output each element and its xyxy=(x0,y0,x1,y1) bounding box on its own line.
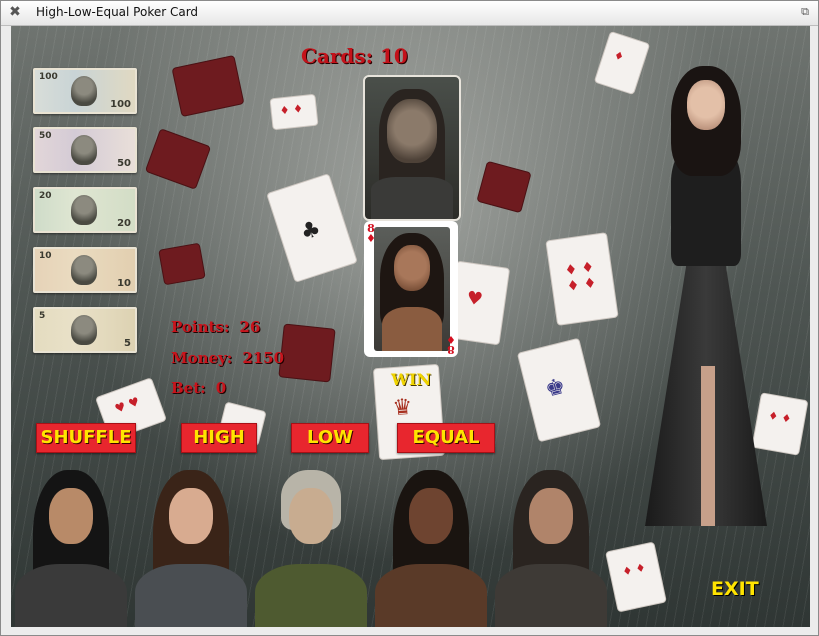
note-portrait-icon xyxy=(71,135,97,165)
money-stat: Money: 2150 xyxy=(171,349,284,367)
close-icon[interactable]: ✖ xyxy=(7,4,23,20)
opponent-portrait[interactable] xyxy=(131,466,251,627)
note-value: 5 xyxy=(124,338,131,349)
card-corner-bottom: 8 ♦ xyxy=(446,333,456,355)
equal-button[interactable]: EQUAL xyxy=(397,423,495,453)
result-text: WIN xyxy=(391,370,432,389)
note-value: 10 xyxy=(39,251,52,261)
bet-value: 0 xyxy=(215,379,227,397)
opponent-armor xyxy=(135,564,247,627)
dealer-card xyxy=(363,75,461,221)
shuffle-button[interactable]: SHUFFLE xyxy=(36,423,136,453)
player-card: 8 ♦ 8 ♦ xyxy=(364,221,458,357)
opponent-face xyxy=(49,488,93,544)
opponent-face xyxy=(529,488,573,544)
player-card-art xyxy=(374,227,450,351)
money-note-10[interactable]: 10 10 xyxy=(33,247,137,293)
background-card xyxy=(158,242,206,286)
note-value: 20 xyxy=(39,191,52,201)
low-button[interactable]: LOW xyxy=(291,423,369,453)
opponent-portrait[interactable] xyxy=(491,466,611,627)
dealer-face xyxy=(387,99,437,163)
note-portrait-icon xyxy=(71,195,97,225)
dealer-body xyxy=(371,177,453,219)
note-value: 100 xyxy=(110,99,131,110)
opponent-armor xyxy=(15,564,127,627)
opponent-face xyxy=(169,488,213,544)
cards-count: 10 xyxy=(380,44,408,68)
card-portrait-face xyxy=(394,245,430,291)
money-label: Money: xyxy=(171,349,233,367)
high-button[interactable]: HIGH xyxy=(181,423,257,453)
diamond-suit-icon: ♦ xyxy=(446,333,456,346)
cards-counter: Cards: 10 xyxy=(301,44,408,68)
points-value: 26 xyxy=(239,318,261,336)
money-value: 2150 xyxy=(242,349,285,367)
opponent-portrait[interactable] xyxy=(371,466,491,627)
title-bar: ✖ High-Low-Equal Poker Card ⧉ xyxy=(1,1,818,26)
opponent-portrait[interactable] xyxy=(11,466,131,627)
dealer-character xyxy=(631,66,781,586)
opponent-armor xyxy=(375,564,487,627)
window-title: High-Low-Equal Poker Card xyxy=(36,5,199,19)
note-value: 5 xyxy=(39,311,46,321)
diamond-suit-icon: ♦ xyxy=(366,232,376,245)
money-note-5[interactable]: 5 5 xyxy=(33,307,137,353)
card-corner-top: 8 ♦ xyxy=(366,223,376,245)
points-label: Points: xyxy=(171,318,230,336)
opponent-face xyxy=(409,488,453,544)
opponent-portrait[interactable] xyxy=(251,466,371,627)
character-face xyxy=(687,80,725,130)
note-value: 100 xyxy=(39,72,58,82)
points-stat: Points: 26 xyxy=(171,318,260,336)
note-value: 50 xyxy=(39,131,52,141)
character-leg xyxy=(701,366,715,526)
bet-label: Bet: xyxy=(171,379,206,397)
opponent-face xyxy=(289,488,333,544)
exit-button[interactable]: EXIT xyxy=(711,578,759,600)
note-value: 50 xyxy=(117,158,131,169)
background-card: ♦ ♦ ♦ ♦ xyxy=(545,232,619,326)
note-value: 20 xyxy=(117,218,131,229)
money-note-20[interactable]: 20 20 xyxy=(33,187,137,233)
note-portrait-icon xyxy=(71,255,97,285)
opponent-armor xyxy=(495,564,607,627)
background-card: ♦ ♦ xyxy=(269,93,319,131)
note-value: 10 xyxy=(117,278,131,289)
restore-icon[interactable]: ⧉ xyxy=(798,5,812,19)
money-note-100[interactable]: 100 100 xyxy=(33,68,137,114)
opponent-armor xyxy=(255,564,367,627)
note-portrait-icon xyxy=(71,76,97,106)
cards-label: Cards: xyxy=(301,44,374,68)
note-portrait-icon xyxy=(71,315,97,345)
money-note-50[interactable]: 50 50 xyxy=(33,127,137,173)
app-window: ✖ High-Low-Equal Poker Card ⧉ ♦ ♦ ♦ ♣ ♦ … xyxy=(0,0,819,636)
bet-stat: Bet: 0 xyxy=(171,379,226,397)
card-portrait-body xyxy=(382,307,442,351)
game-board: ♦ ♦ ♦ ♣ ♦ ♦ ♦ ♦ ♥ ♛ ♚ ♥ ♥ ♦ ♦ ♦ ♦ Cards: … xyxy=(11,26,810,627)
background-card xyxy=(278,323,336,383)
